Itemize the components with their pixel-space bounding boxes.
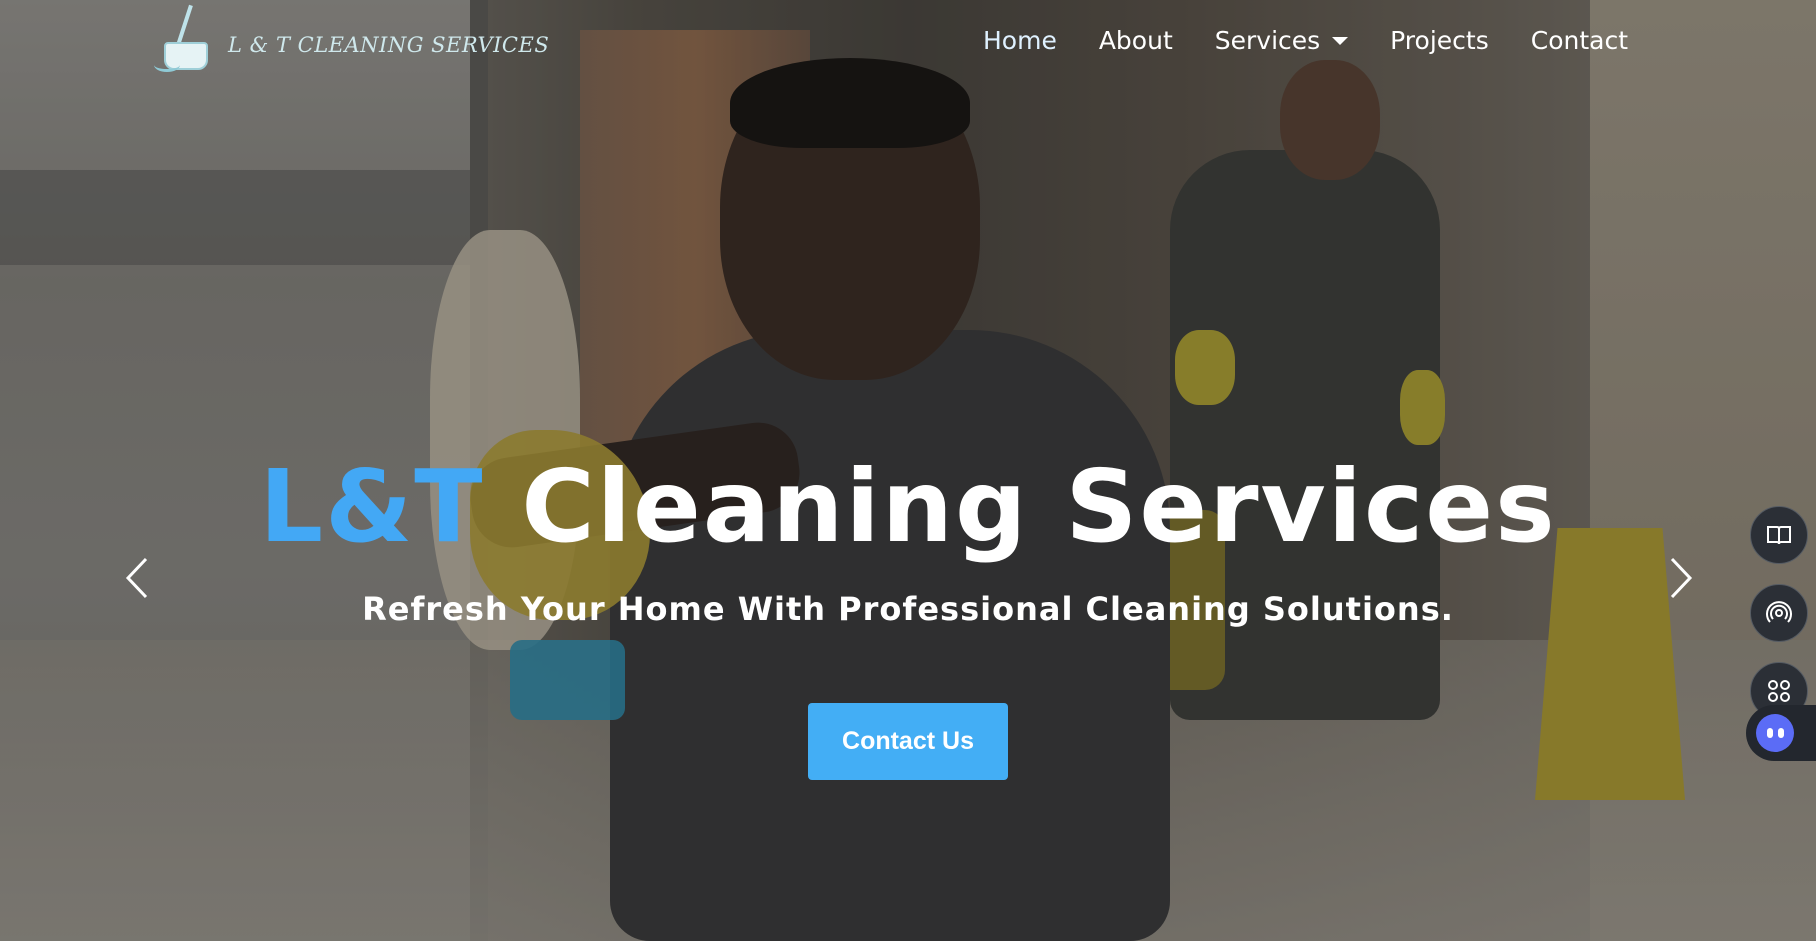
logo-text: L & T CLEANING SERVICES [228, 32, 550, 57]
hero-title: L&T Cleaning Services [0, 448, 1816, 565]
nav-item-services-label: Services [1214, 26, 1321, 55]
caret-down-icon [1332, 36, 1349, 45]
assistant-icon [1756, 714, 1794, 752]
nav-item-about[interactable]: About [1099, 26, 1173, 55]
hero-subtitle: Refresh Your Home With Professional Clea… [362, 590, 1454, 628]
chevron-right-icon[interactable] [1660, 555, 1700, 601]
hero-title-brand: L&T [259, 448, 485, 565]
broadcast-icon[interactable] [1750, 584, 1808, 642]
site-logo[interactable]: L & T CLEANING SERVICES [150, 0, 549, 75]
contact-us-button[interactable]: Contact Us [808, 703, 1008, 780]
nav-item-contact[interactable]: Contact [1531, 26, 1628, 55]
hero-title-rest: Cleaning Services [484, 448, 1557, 565]
chevron-left-icon[interactable] [118, 555, 158, 601]
book-icon[interactable] [1750, 506, 1808, 564]
assistant-button[interactable] [1746, 705, 1816, 761]
bucket-mop-icon [150, 2, 220, 74]
hero-banner: L & T CLEANING SERVICES Home About Servi… [0, 0, 1816, 941]
nav-item-projects[interactable]: Projects [1390, 26, 1489, 55]
side-dock [1750, 506, 1808, 720]
nav-item-home[interactable]: Home [983, 26, 1057, 55]
main-nav: Home About Services Projects Contact [983, 26, 1628, 55]
nav-item-services[interactable]: Services [1214, 26, 1349, 55]
